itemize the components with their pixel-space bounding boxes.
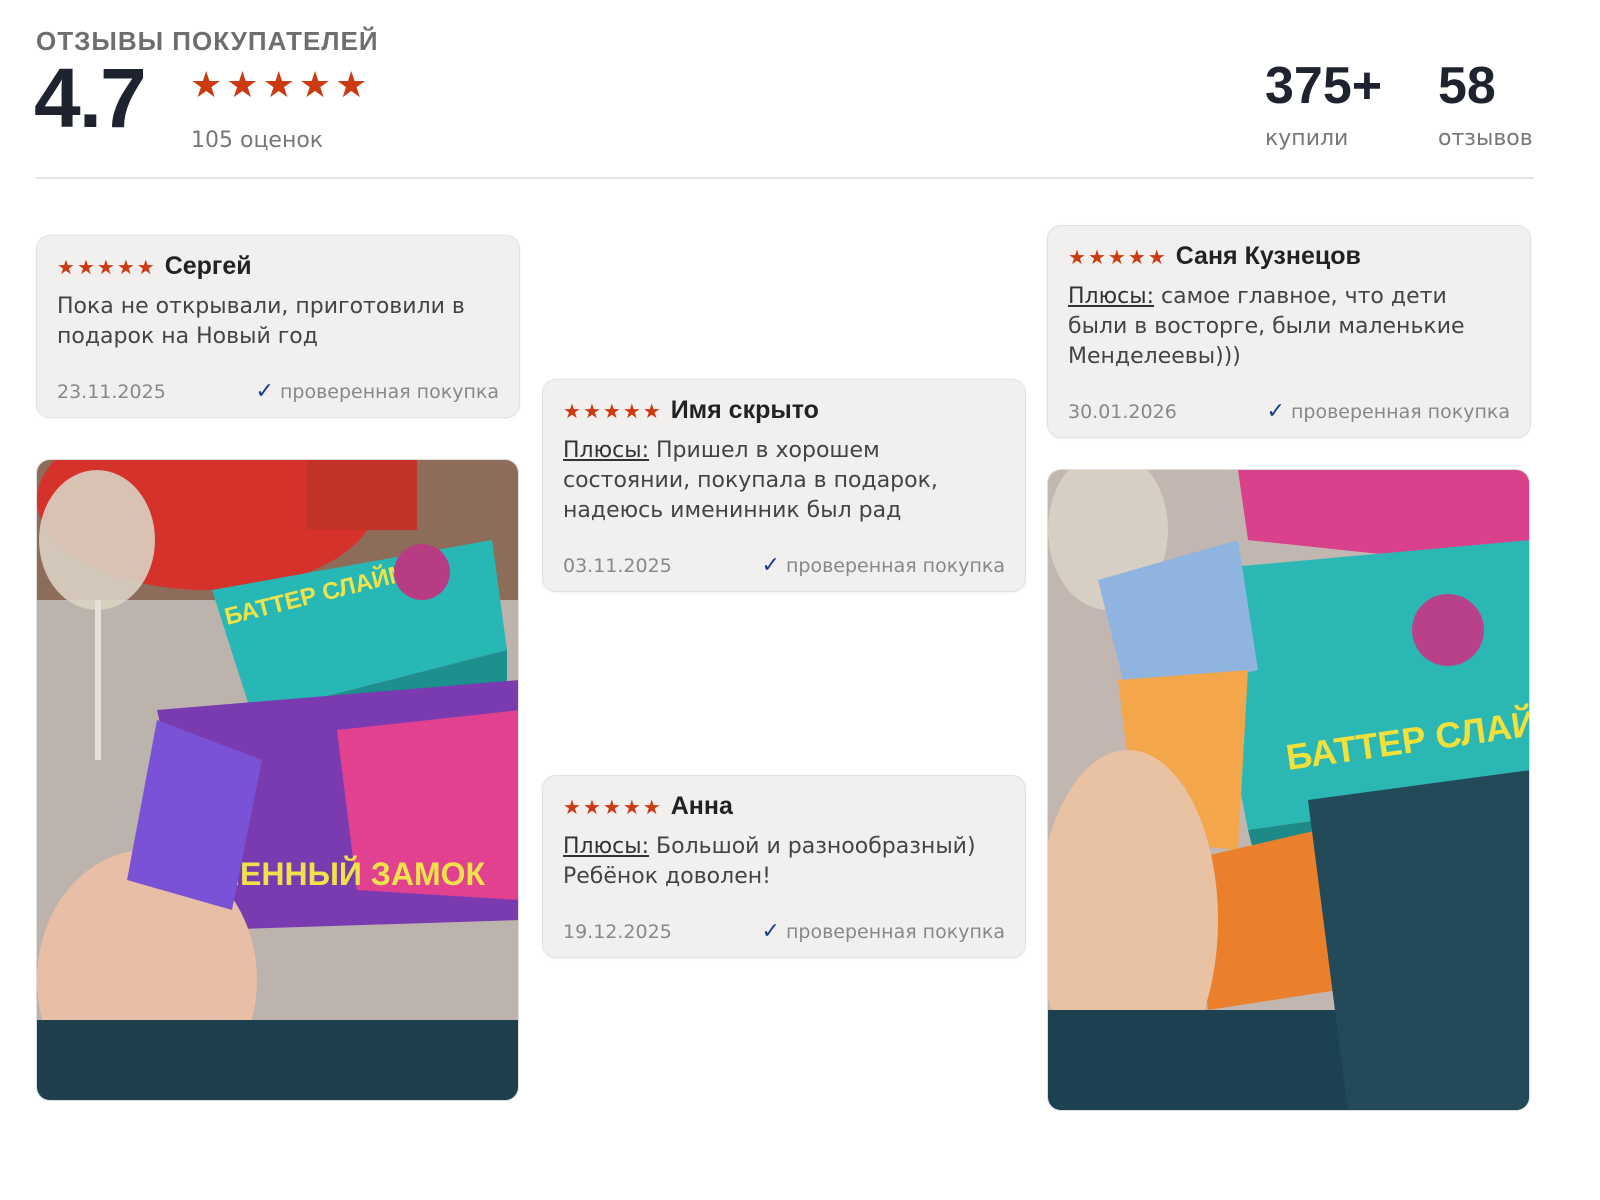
pluses-label: Плюсы:: [1068, 284, 1155, 309]
check-icon: ✓: [761, 553, 780, 578]
photo-image: БАТТЕР СЛАЙМ: [1048, 470, 1529, 1110]
review-date: 19.12.2025: [563, 921, 672, 943]
review-date: 30.01.2026: [1068, 401, 1177, 423]
review-author: Анна: [670, 792, 733, 820]
review-photo[interactable]: БАТТЕР СЛАЙМ: [1047, 469, 1530, 1111]
star-icon: ★: [1107, 244, 1126, 269]
star-icon: ★: [116, 254, 135, 279]
verified-purchase: ✓ проверенная покупка: [761, 919, 1005, 944]
star-icon: ★: [76, 254, 95, 279]
review-stars: ★ ★ ★ ★ ★: [563, 797, 661, 817]
review-date: 03.11.2025: [563, 555, 672, 577]
star-icon: ★: [602, 794, 621, 819]
header-divider: [36, 177, 1534, 179]
review-card[interactable]: ★ ★ ★ ★ ★ Сергей Пока не открывали, приг…: [36, 235, 520, 418]
review-text: Плюсы: Большой и разнообразный) Ребёнок …: [563, 834, 976, 889]
review-author: Сергей: [164, 252, 252, 280]
star-icon: ★: [1068, 244, 1086, 269]
star-icon: ★: [1127, 244, 1146, 269]
star-icon: ★: [622, 794, 641, 819]
star-icon: ★: [622, 398, 641, 423]
pluses-label: Плюсы:: [563, 438, 650, 463]
photo-image: БАТТЕР СЛАЙМ ПЕННЫЙ ЗАМОК: [37, 460, 518, 1100]
star-icon: ★: [642, 794, 661, 819]
review-text: Плюсы: самое главное, что дети были в во…: [1068, 284, 1465, 369]
verified-purchase: ✓ проверенная покупка: [255, 379, 499, 404]
star-icon: ★: [298, 65, 332, 106]
star-icon: ★: [642, 398, 661, 423]
star-icon: ★: [136, 254, 155, 279]
reviews-count: 58: [1438, 57, 1496, 115]
bought-label: купили: [1265, 126, 1349, 151]
star-icon: ★: [226, 65, 259, 106]
star-icon: ★: [335, 65, 368, 106]
review-stars: ★ ★ ★ ★ ★: [563, 401, 661, 421]
star-icon: ★: [96, 254, 115, 279]
check-icon: ✓: [255, 379, 274, 404]
star-icon: ★: [563, 794, 581, 819]
review-author: Саня Кузнецов: [1175, 242, 1361, 270]
star-icon: ★: [582, 794, 601, 819]
star-icon: ★: [57, 254, 75, 279]
review-stars: ★ ★ ★ ★ ★: [1068, 247, 1166, 267]
check-icon: ✓: [1266, 399, 1285, 424]
review-text: Пока не открывали, приготовили в подарок…: [57, 294, 465, 349]
ratings-count[interactable]: 105 оценок: [191, 128, 323, 153]
star-icon: ★: [582, 398, 601, 423]
review-text: Плюсы: Пришел в хорошем состоянии, покуп…: [563, 438, 938, 523]
star-icon: ★: [1087, 244, 1106, 269]
reviews-label: отзывов: [1438, 126, 1533, 151]
verified-purchase: ✓ проверенная покупка: [1266, 399, 1510, 424]
star-icon: ★: [190, 65, 223, 106]
review-date: 23.11.2025: [57, 381, 166, 403]
star-icon: ★: [262, 65, 295, 106]
bought-count: 375+: [1265, 57, 1383, 115]
review-stars: ★ ★ ★ ★ ★: [57, 257, 155, 277]
review-card[interactable]: ★ ★ ★ ★ ★ Анна Плюсы: Большой и разнообр…: [542, 775, 1026, 958]
svg-text:ПЕННЫЙ ЗАМОК: ПЕННЫЙ ЗАМОК: [217, 856, 485, 892]
stat-reviews[interactable]: 58 отзывов: [1438, 60, 1533, 151]
review-author: Имя скрыто: [670, 396, 819, 424]
average-rating: 4.7: [34, 51, 147, 145]
review-card[interactable]: ★ ★ ★ ★ ★ Имя скрыто Плюсы: Пришел в хор…: [542, 379, 1026, 592]
pluses-label: Плюсы:: [563, 834, 650, 859]
stat-bought: 375+ купили: [1265, 60, 1382, 151]
star-icon: ★: [1147, 244, 1166, 269]
review-photo[interactable]: БАТТЕР СЛАЙМ ПЕННЫЙ ЗАМОК: [36, 459, 519, 1101]
average-rating-stars: ★ ★ ★ ★ ★: [190, 68, 367, 104]
verified-purchase: ✓ проверенная покупка: [761, 553, 1005, 578]
check-icon: ✓: [761, 919, 780, 944]
star-icon: ★: [602, 398, 621, 423]
star-icon: ★: [563, 398, 581, 423]
review-card[interactable]: ★ ★ ★ ★ ★ Саня Кузнецов Плюсы: самое гла…: [1047, 225, 1531, 438]
